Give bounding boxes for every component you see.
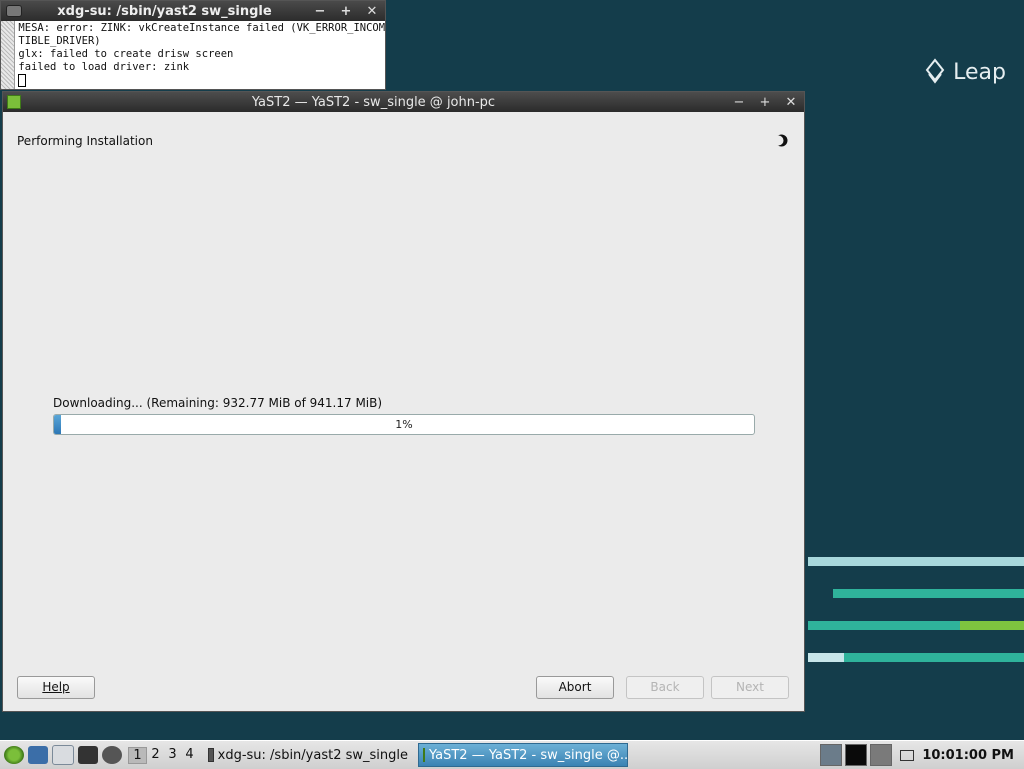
download-status-label: Downloading... (Remaining: 932.77 MiB of… (53, 396, 383, 410)
workspace-1[interactable]: 1 (128, 746, 147, 764)
decor-stripe (808, 621, 960, 630)
terminal-line: MESA: error: ZINK: vkCreateInstance fail… (18, 22, 385, 34)
yast-window[interactable]: YaST2 — YaST2 - sw_single @ john-pc − + … (2, 91, 805, 712)
desktop-icon[interactable] (28, 746, 48, 764)
leap-logo-text: Leap (953, 59, 1006, 85)
pager-desktop-3[interactable] (870, 744, 893, 766)
yast-content: Performing Installation Downloading... (… (3, 112, 804, 711)
help-button-label: Help (42, 680, 70, 694)
pager-desktop-2[interactable] (845, 744, 868, 766)
yast-app-icon (7, 95, 21, 109)
leap-logo: Leap (925, 58, 1006, 86)
page-title: Performing Installation (17, 134, 153, 148)
close-button[interactable]: ✕ (359, 4, 385, 19)
terminal-output[interactable]: MESA: error: ZINK: vkCreateInstance fail… (15, 21, 385, 89)
workspace-2[interactable]: 2 (147, 747, 164, 764)
browser-icon[interactable] (102, 746, 122, 764)
terminal-cursor (18, 74, 27, 87)
file-manager-icon[interactable] (52, 745, 74, 765)
terminal-task-icon (208, 748, 214, 762)
clock[interactable]: 10:01:00 PM (922, 748, 1014, 763)
next-button-label: Next (736, 680, 764, 694)
terminal-app-icon (6, 5, 22, 17)
decor-stripe (844, 653, 1024, 662)
decor-stripe (833, 589, 1024, 598)
abort-button[interactable]: Abort (536, 676, 614, 699)
task-terminal[interactable]: xdg-su: /sbin/yast2 sw_single (204, 744, 412, 766)
workspace-switcher: 1 2 3 4 (128, 746, 198, 764)
close-button[interactable]: ✕ (778, 95, 804, 110)
next-button[interactable]: Next (711, 676, 789, 699)
task-label: xdg-su: /sbin/yast2 sw_single (217, 747, 408, 763)
minimize-button[interactable]: − (307, 4, 333, 19)
pager-desktop-1[interactable] (820, 744, 843, 766)
workspace-3[interactable]: 3 (164, 747, 181, 764)
terminal-icon[interactable] (78, 746, 98, 764)
back-button-label: Back (650, 680, 680, 694)
terminal-scrollbar[interactable] (1, 21, 16, 89)
help-button[interactable]: Help (17, 676, 95, 699)
terminal-line: TIBLE_DRIVER) (18, 35, 101, 47)
terminal-window[interactable]: xdg-su: /sbin/yast2 sw_single − + ✕ MESA… (0, 0, 386, 90)
taskbar: 1 2 3 4 xdg-su: /sbin/yast2 sw_single Ya… (0, 740, 1024, 769)
task-yast[interactable]: YaST2 — YaST2 - sw_single @... (418, 743, 628, 767)
busy-spinner-icon (775, 134, 788, 147)
workspace-4[interactable]: 4 (181, 747, 198, 764)
maximize-button[interactable]: + (333, 4, 359, 19)
terminal-titlebar[interactable]: xdg-su: /sbin/yast2 sw_single − + ✕ (1, 1, 385, 21)
terminal-line: failed to load driver: zink (18, 61, 190, 73)
terminal-title: xdg-su: /sbin/yast2 sw_single (57, 3, 272, 19)
terminal-line: glx: failed to create drisw screen (18, 48, 234, 60)
download-progress-bar: 1% (53, 414, 755, 435)
yast-titlebar[interactable]: YaST2 — YaST2 - sw_single @ john-pc − + … (3, 92, 804, 112)
decor-stripe (808, 557, 1024, 566)
desktop-pager (820, 744, 893, 766)
yast-title: YaST2 — YaST2 - sw_single @ john-pc (251, 94, 496, 110)
maximize-button[interactable]: + (752, 95, 778, 110)
mail-icon[interactable] (900, 749, 915, 761)
minimize-button[interactable]: − (726, 95, 752, 110)
opensuse-menu-icon[interactable] (4, 746, 24, 764)
decor-stripe (960, 621, 1024, 630)
task-label: YaST2 — YaST2 - sw_single @... (429, 747, 628, 763)
abort-button-label: Abort (558, 680, 592, 694)
progress-percent: 1% (395, 418, 413, 431)
back-button[interactable]: Back (626, 676, 704, 699)
leap-diamond-icon (925, 58, 945, 84)
decor-stripe (808, 653, 844, 662)
yast-task-icon (423, 748, 425, 762)
